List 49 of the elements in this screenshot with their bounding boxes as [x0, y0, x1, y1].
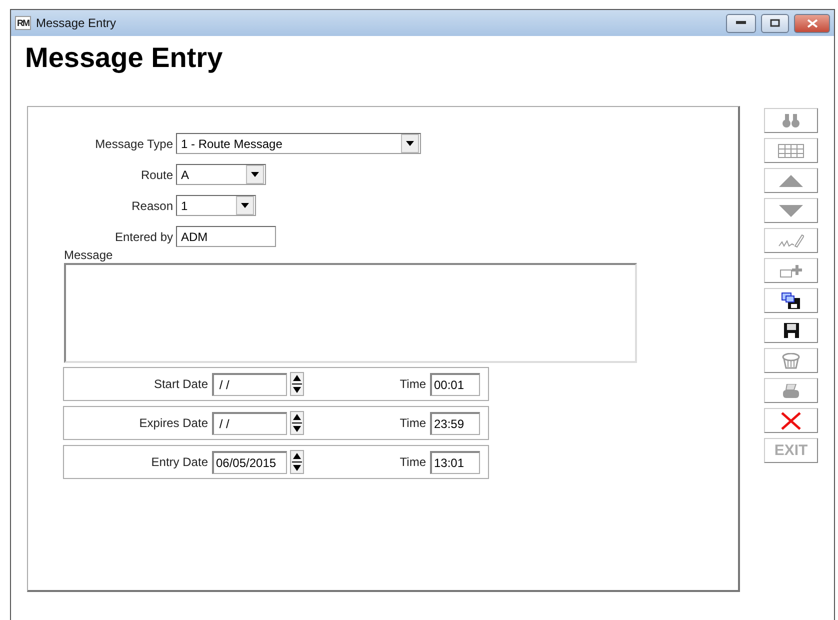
date-field[interactable]: 06/05/2015: [212, 450, 287, 474]
caret-icon: [406, 141, 414, 146]
dropdown-field[interactable]: A: [176, 164, 266, 185]
window-title: Message Entry: [36, 16, 118, 30]
minimize-button[interactable]: [726, 14, 756, 32]
message-field[interactable]: [64, 263, 637, 363]
spinner-icon[interactable]: [290, 450, 304, 474]
save-copy-icon: [781, 292, 801, 309]
field-label: Message Type: [94, 136, 174, 150]
close-icon: [781, 412, 801, 430]
field-label: Message: [64, 248, 114, 262]
printer-icon: [782, 384, 800, 398]
down-triangle-icon: [779, 204, 803, 216]
dropdown-field[interactable]: 1 - Route Message: [176, 133, 421, 154]
date-field[interactable]: / /: [212, 372, 287, 396]
field-label: Time: [398, 416, 427, 430]
add-record-icon: [780, 264, 802, 278]
caret-icon: [251, 172, 259, 177]
close-icon: [806, 18, 818, 28]
field-label: Route: [140, 168, 174, 182]
toolbar-button[interactable]: [764, 318, 818, 343]
minimize-icon: [736, 21, 746, 25]
time-field[interactable]: 00:01: [430, 372, 480, 396]
close-button[interactable]: [794, 14, 830, 32]
dropdown-field[interactable]: 1: [176, 195, 256, 216]
basket-icon: [782, 352, 800, 368]
time-field[interactable]: 13:01: [430, 450, 480, 474]
table-icon: [778, 144, 804, 158]
spinner-icon[interactable]: [290, 411, 304, 435]
field-label: Time: [398, 377, 427, 391]
binoculars-icon: [782, 114, 800, 128]
date-field[interactable]: / /: [212, 412, 287, 434]
field-label: Entry Date: [150, 455, 209, 469]
field-label: Entered by: [114, 230, 174, 244]
time-field[interactable]: 23:59: [430, 412, 480, 434]
field-label: Start Date: [152, 377, 209, 391]
field-label: Reason: [130, 198, 174, 212]
maximize-icon: [770, 19, 780, 27]
up-triangle-icon: [779, 174, 803, 186]
spinner-icon[interactable]: [290, 372, 304, 396]
toolbar-button[interactable]: [764, 288, 818, 313]
maximize-button[interactable]: [761, 14, 789, 32]
app-logo: RM: [15, 16, 31, 30]
page-heading: Message Entry: [25, 42, 224, 75]
field-label: Time: [398, 455, 427, 469]
input-field[interactable]: ADM: [176, 226, 276, 247]
caret-icon: [241, 203, 249, 208]
signature-pen-icon: [778, 232, 804, 248]
field-label: Expires Date: [138, 416, 209, 430]
